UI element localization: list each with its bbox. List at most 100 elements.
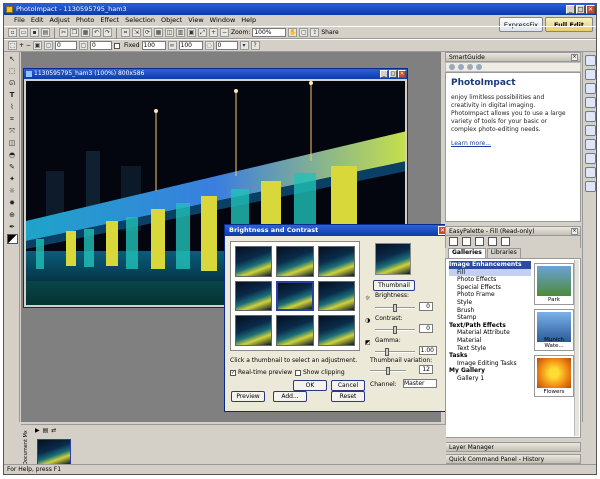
share-icon[interactable]: ⇪ (310, 28, 320, 37)
tree-item-stamp[interactable]: Stamp (449, 314, 531, 322)
pick-tool-icon[interactable]: ↖ (7, 54, 18, 64)
dock-history-icon[interactable] (584, 97, 596, 108)
color-swatch-icon[interactable] (6, 234, 18, 244)
home-icon[interactable] (467, 64, 473, 70)
tree-item-brush[interactable]: Brush (449, 307, 531, 315)
text-tool-icon[interactable]: T (7, 90, 18, 100)
dock-help-icon[interactable] (584, 181, 596, 192)
fit-icon[interactable]: ▢ (299, 28, 309, 37)
view-icon[interactable]: ◫ (165, 28, 174, 37)
dock-object-icon[interactable] (584, 167, 596, 178)
reset-button[interactable]: Reset (331, 391, 365, 402)
dropper-tool-icon[interactable]: ✒ (7, 222, 18, 232)
width-icon[interactable]: ▢ (78, 41, 88, 50)
tree-item-text-path-effects[interactable]: Text/Path Effects (449, 322, 531, 330)
cut-icon[interactable]: ✂ (59, 28, 68, 37)
resize-icon[interactable]: ⇲ (132, 28, 141, 37)
dock-panel-icon[interactable] (584, 153, 596, 164)
selection-tool-icon[interactable]: ⬚ (7, 66, 18, 76)
thumbnail-2[interactable] (276, 246, 314, 277)
gallery-scrollbar[interactable] (574, 260, 579, 436)
zoom-select[interactable]: 100% (252, 28, 287, 37)
eraser-tool-icon[interactable]: ◫ (7, 138, 18, 148)
docstrip-list-icon[interactable]: ▤ (43, 427, 49, 434)
doc-minimize-button[interactable]: _ (380, 70, 388, 78)
undo-icon[interactable]: ↶ (92, 28, 101, 37)
palette-icon-3[interactable] (475, 237, 484, 246)
zoom-out-icon[interactable]: − (220, 28, 229, 37)
maximize-button[interactable]: □ (576, 5, 585, 14)
docstrip-thumbnail[interactable] (37, 439, 71, 465)
tree-item-gallery-1[interactable]: Gallery 1 (449, 375, 531, 383)
retouch-tool-icon[interactable]: ☼ (7, 186, 18, 196)
layer-manager-header[interactable]: Layer Manager (445, 442, 581, 452)
height-field[interactable]: 100 (178, 41, 203, 50)
fixed-checkbox[interactable] (113, 42, 120, 49)
brightness-slider[interactable] (375, 304, 415, 312)
docstrip-play-icon[interactable]: ▶ (35, 427, 40, 434)
gamma-field[interactable]: 1.00 (419, 346, 437, 355)
dock-info-icon[interactable] (584, 125, 596, 136)
palette-icon-5[interactable] (501, 237, 510, 246)
tree-item-material-attribute[interactable]: Material Attribute (449, 329, 531, 337)
thumbnail-button[interactable]: Thumbnail (373, 280, 415, 291)
tree-item-material[interactable]: Material (449, 337, 531, 345)
tree-item-photo-frame[interactable]: Photo Frame (449, 291, 531, 299)
doc-maximize-button[interactable]: □ (389, 70, 397, 78)
menu-edit[interactable]: Edit (31, 15, 44, 26)
brush-tool-icon[interactable]: ✎ (7, 162, 18, 172)
lasso-tool-icon[interactable]: ᘏ (7, 78, 18, 88)
zoom-in-icon[interactable]: + (209, 28, 218, 37)
redo-icon[interactable]: ↷ (103, 28, 112, 37)
clipping-checkbox[interactable] (295, 369, 301, 376)
brightness-field[interactable]: 0 (419, 302, 433, 311)
tree-item-photo-effects[interactable]: Photo Effects (449, 276, 531, 284)
tree-item-image-editing-tasks[interactable]: Image Editing Tasks (449, 360, 531, 368)
variation-slider[interactable] (370, 367, 406, 375)
print-icon[interactable]: ▤ (41, 28, 50, 37)
menu-window[interactable]: Window (210, 15, 236, 26)
contrast-slider[interactable] (375, 326, 415, 334)
gamma-slider[interactable] (375, 348, 415, 356)
tree-item-tasks[interactable]: Tasks (449, 352, 531, 360)
menu-file[interactable]: File (14, 15, 25, 26)
gallery-thumb-park[interactable]: Park (534, 263, 574, 305)
clone-tool-icon[interactable]: ✦ (7, 174, 18, 184)
tree-item-image-enhancements[interactable]: Image Enhancements (449, 261, 531, 269)
contrast-field[interactable]: 0 (419, 324, 433, 333)
dock-nav-icon[interactable] (584, 139, 596, 150)
transform-tool-icon[interactable]: ⤧ (7, 126, 18, 136)
dock-palette-icon[interactable] (584, 69, 596, 80)
copy-icon[interactable]: ❐ (70, 28, 79, 37)
gallery-thumb-munich[interactable]: Munich Wate... (534, 309, 574, 351)
dock-layers-icon[interactable] (584, 83, 596, 94)
share-label[interactable]: Share (321, 29, 338, 36)
thumbnail-8[interactable] (276, 315, 314, 346)
width-field[interactable]: 100 (141, 41, 166, 50)
tree-item-text-style[interactable]: Text Style (449, 345, 531, 353)
menu-selection[interactable]: Selection (125, 15, 155, 26)
rotate-icon[interactable]: ⟳ (143, 28, 152, 37)
dock-smartguide-icon[interactable] (584, 55, 596, 66)
soft-edge-icon[interactable]: ◌ (204, 41, 214, 50)
selection-mode-icon[interactable]: ⬚ (8, 41, 17, 50)
x-field[interactable]: 0 (54, 41, 77, 50)
menu-object[interactable]: Object (161, 15, 182, 26)
tab-libraries[interactable]: Libraries (486, 248, 521, 258)
crop-tool-icon[interactable]: ⌗ (7, 114, 18, 124)
tree-item-fill[interactable]: Fill (449, 268, 531, 277)
thumbnail-5[interactable] (276, 280, 314, 312)
thumbnail-1[interactable] (235, 246, 273, 277)
zoom-fit-icon[interactable]: ⤢ (198, 28, 207, 37)
stamp-tool-icon[interactable]: ✸ (7, 198, 18, 208)
realtime-checkbox[interactable]: ✓ (230, 369, 236, 376)
path-tool-icon[interactable]: ⌇ (7, 102, 18, 112)
dock-swatch-icon[interactable] (584, 111, 596, 122)
tree-item-style[interactable]: Style (449, 299, 531, 307)
preview-button[interactable]: Preview (231, 391, 265, 402)
channel-select[interactable]: Master (403, 379, 437, 388)
palette-close-icon[interactable]: × (571, 228, 578, 235)
soft-edge-field[interactable]: 0 (215, 41, 238, 50)
grid-icon[interactable]: ▦ (154, 28, 163, 37)
paste-icon[interactable]: ▦ (81, 28, 90, 37)
